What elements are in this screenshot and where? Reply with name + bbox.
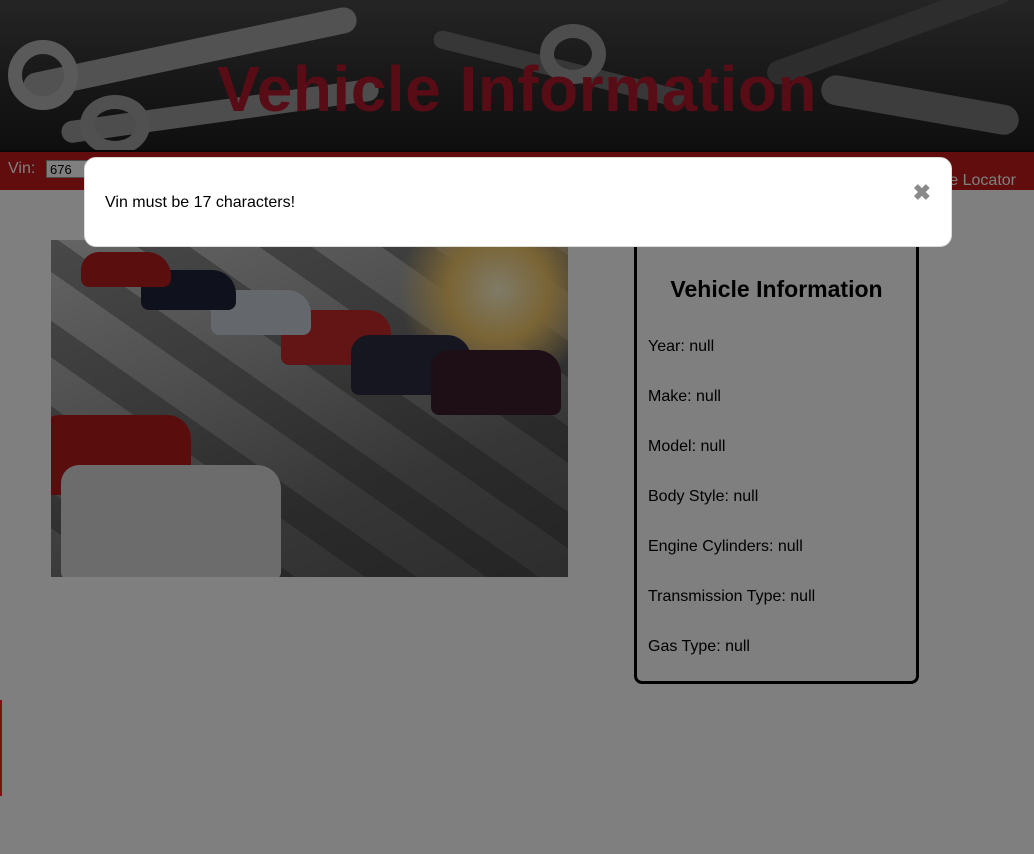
error-message: Vin must be 17 characters! [105, 194, 296, 211]
edge-accent [0, 700, 2, 796]
modal-overlay[interactable] [0, 0, 1034, 854]
close-icon[interactable]: ✖ [913, 182, 931, 204]
error-modal: Vin must be 17 characters! ✖ [84, 157, 952, 247]
